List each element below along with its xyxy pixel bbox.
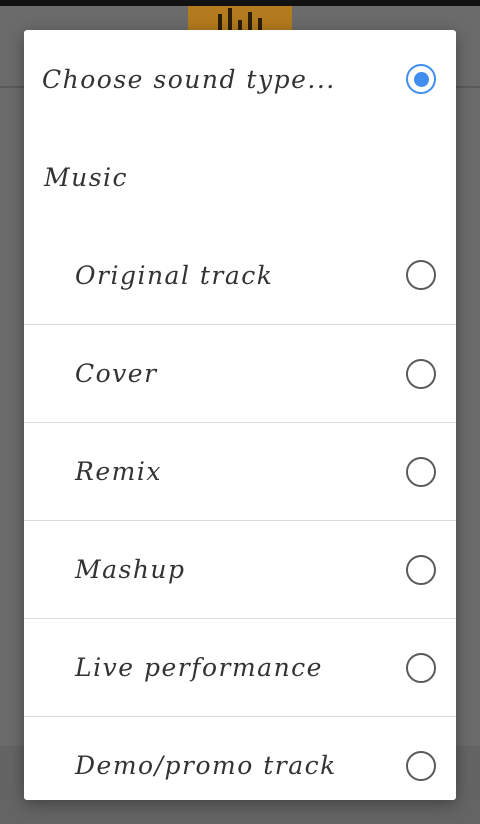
app-logo-equalizer-icon [188,6,292,32]
dialog-title: Choose sound type... [42,64,336,94]
option-label: Remix [75,457,162,486]
option-demo-promo-track[interactable]: Demo/promo track [24,716,456,800]
option-live-performance[interactable]: Live performance [24,618,456,716]
option-remix[interactable]: Remix [24,422,456,520]
option-cover[interactable]: Cover [24,324,456,422]
option-label: Cover [75,359,158,388]
radio-button[interactable] [406,358,436,389]
radio-button[interactable] [406,652,436,683]
sound-type-dialog: Choose sound type... Music Original trac… [24,30,456,800]
section-header-music: Music [24,128,456,226]
option-original-track[interactable]: Original track [24,226,456,324]
option-label: Mashup [75,555,186,584]
option-label: Original track [75,260,274,290]
radio-button[interactable] [406,260,436,290]
option-label: Live performance [75,653,323,682]
section-label: Music [44,162,129,192]
radio-button[interactable] [406,750,436,781]
option-label: Demo/promo track [75,751,337,780]
radio-button[interactable] [406,456,436,487]
dialog-title-row[interactable]: Choose sound type... [24,30,456,128]
radio-button[interactable] [406,554,436,585]
title-radio-button-checked[interactable] [406,64,436,94]
option-mashup[interactable]: Mashup [24,520,456,618]
